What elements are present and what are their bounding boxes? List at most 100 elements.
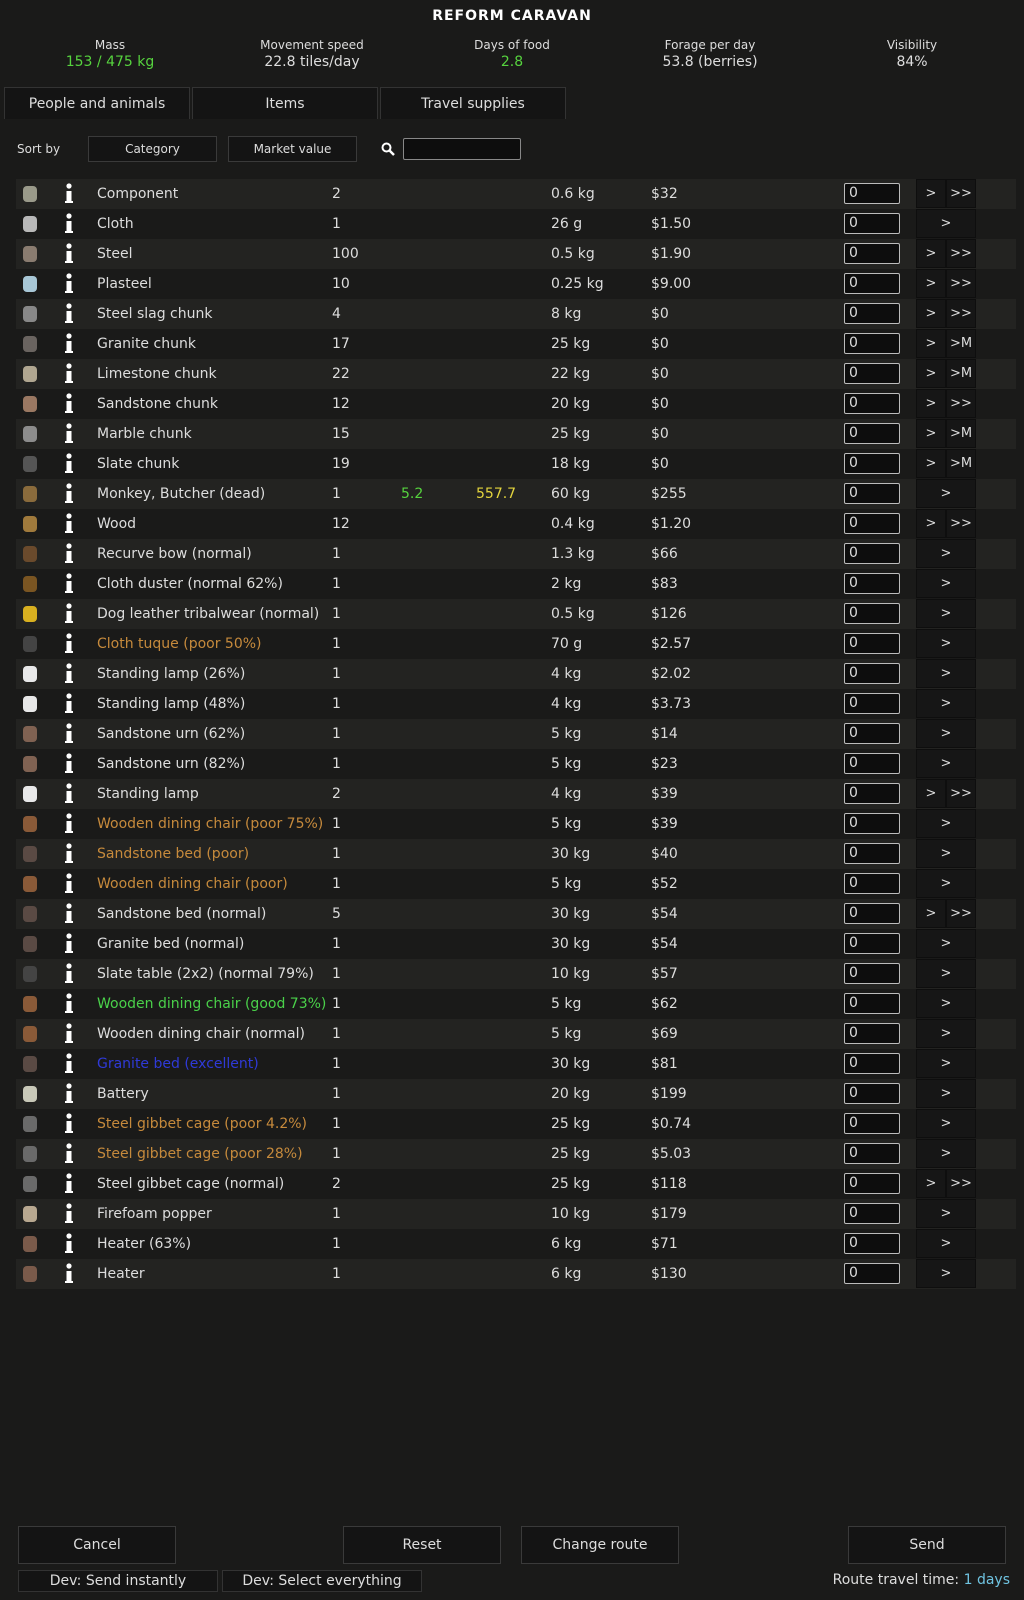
table-row[interactable]: Sandstone bed (poor) 1 30 kg $40 0 > bbox=[16, 839, 1016, 869]
tab-people-and-animals[interactable]: People and animals bbox=[4, 87, 190, 119]
table-row[interactable]: Wooden dining chair (good 73%) 1 5 kg $6… bbox=[16, 989, 1016, 1019]
transfer-one-button[interactable]: > bbox=[916, 689, 976, 718]
table-row[interactable]: Recurve bow (normal) 1 1.3 kg $66 0 > bbox=[16, 539, 1016, 569]
transfer-max-button[interactable]: >> bbox=[946, 779, 976, 808]
table-row[interactable]: Granite bed (excellent) 1 30 kg $81 0 > bbox=[16, 1049, 1016, 1079]
quantity-input[interactable]: 0 bbox=[844, 933, 900, 954]
table-row[interactable]: Monkey, Butcher (dead) 1 5.2 557.7 60 kg… bbox=[16, 479, 1016, 509]
info-icon[interactable] bbox=[63, 1112, 75, 1136]
info-icon[interactable] bbox=[63, 572, 75, 596]
transfer-one-button[interactable]: > bbox=[916, 1199, 976, 1228]
table-row[interactable]: Sandstone chunk 12 20 kg $0 0 > >> bbox=[16, 389, 1016, 419]
transfer-one-button[interactable]: > bbox=[916, 479, 976, 508]
quantity-input[interactable]: 0 bbox=[844, 633, 900, 654]
table-row[interactable]: Granite bed (normal) 1 30 kg $54 0 > bbox=[16, 929, 1016, 959]
transfer-max-button[interactable]: >M bbox=[946, 329, 976, 358]
quantity-input[interactable]: 0 bbox=[844, 903, 900, 924]
info-icon[interactable] bbox=[63, 1052, 75, 1076]
info-icon[interactable] bbox=[63, 1022, 75, 1046]
table-row[interactable]: Sandstone bed (normal) 5 30 kg $54 0 > >> bbox=[16, 899, 1016, 929]
sort-market-value-button[interactable]: Market value bbox=[228, 136, 357, 162]
transfer-one-button[interactable]: > bbox=[916, 1049, 976, 1078]
quantity-input[interactable]: 0 bbox=[844, 303, 900, 324]
change-route-button[interactable]: Change route bbox=[521, 1526, 679, 1564]
transfer-one-button[interactable]: > bbox=[916, 389, 946, 418]
transfer-max-button[interactable]: >M bbox=[946, 449, 976, 478]
info-icon[interactable] bbox=[63, 362, 75, 386]
transfer-one-button[interactable]: > bbox=[916, 749, 976, 778]
transfer-max-button[interactable]: >M bbox=[946, 419, 976, 448]
transfer-one-button[interactable]: > bbox=[916, 899, 946, 928]
table-row[interactable]: Sandstone urn (62%) 1 5 kg $14 0 > bbox=[16, 719, 1016, 749]
info-icon[interactable] bbox=[63, 1082, 75, 1106]
info-icon[interactable] bbox=[63, 452, 75, 476]
info-icon[interactable] bbox=[63, 962, 75, 986]
table-row[interactable]: Cloth tuque (poor 50%) 1 70 g $2.57 0 > bbox=[16, 629, 1016, 659]
info-icon[interactable] bbox=[63, 332, 75, 356]
quantity-input[interactable]: 0 bbox=[844, 753, 900, 774]
transfer-one-button[interactable]: > bbox=[916, 539, 976, 568]
table-row[interactable]: Steel slag chunk 4 8 kg $0 0 > >> bbox=[16, 299, 1016, 329]
info-icon[interactable] bbox=[63, 512, 75, 536]
info-icon[interactable] bbox=[63, 782, 75, 806]
table-row[interactable]: Firefoam popper 1 10 kg $179 0 > bbox=[16, 1199, 1016, 1229]
transfer-one-button[interactable]: > bbox=[916, 1259, 976, 1288]
table-row[interactable]: Slate table (2x2) (normal 79%) 1 10 kg $… bbox=[16, 959, 1016, 989]
transfer-max-button[interactable]: >M bbox=[946, 359, 976, 388]
quantity-input[interactable]: 0 bbox=[844, 963, 900, 984]
table-row[interactable]: Cloth 1 26 g $1.50 0 > bbox=[16, 209, 1016, 239]
quantity-input[interactable]: 0 bbox=[844, 453, 900, 474]
table-row[interactable]: Steel gibbet cage (poor 4.2%) 1 25 kg $0… bbox=[16, 1109, 1016, 1139]
table-row[interactable]: Wooden dining chair (poor) 1 5 kg $52 0 … bbox=[16, 869, 1016, 899]
transfer-one-button[interactable]: > bbox=[916, 1109, 976, 1138]
quantity-input[interactable]: 0 bbox=[844, 363, 900, 384]
quantity-input[interactable]: 0 bbox=[844, 663, 900, 684]
table-row[interactable]: Slate chunk 19 18 kg $0 0 > >M bbox=[16, 449, 1016, 479]
info-icon[interactable] bbox=[63, 542, 75, 566]
info-icon[interactable] bbox=[63, 1172, 75, 1196]
info-icon[interactable] bbox=[63, 812, 75, 836]
quantity-input[interactable]: 0 bbox=[844, 1203, 900, 1224]
table-row[interactable]: Standing lamp (48%) 1 4 kg $3.73 0 > bbox=[16, 689, 1016, 719]
sort-category-button[interactable]: Category bbox=[88, 136, 217, 162]
table-row[interactable]: Cloth duster (normal 62%) 1 2 kg $83 0 > bbox=[16, 569, 1016, 599]
tab-items[interactable]: Items bbox=[192, 87, 378, 119]
transfer-one-button[interactable]: > bbox=[916, 269, 946, 298]
transfer-one-button[interactable]: > bbox=[916, 1139, 976, 1168]
table-row[interactable]: Wooden dining chair (poor 75%) 1 5 kg $3… bbox=[16, 809, 1016, 839]
quantity-input[interactable]: 0 bbox=[844, 1173, 900, 1194]
transfer-one-button[interactable]: > bbox=[916, 959, 976, 988]
info-icon[interactable] bbox=[63, 872, 75, 896]
info-icon[interactable] bbox=[63, 422, 75, 446]
table-row[interactable]: Wooden dining chair (normal) 1 5 kg $69 … bbox=[16, 1019, 1016, 1049]
search-input[interactable] bbox=[403, 138, 521, 160]
transfer-one-button[interactable]: > bbox=[916, 719, 976, 748]
quantity-input[interactable]: 0 bbox=[844, 1053, 900, 1074]
quantity-input[interactable]: 0 bbox=[844, 213, 900, 234]
table-row[interactable]: Sandstone urn (82%) 1 5 kg $23 0 > bbox=[16, 749, 1016, 779]
transfer-one-button[interactable]: > bbox=[916, 329, 946, 358]
quantity-input[interactable]: 0 bbox=[844, 993, 900, 1014]
transfer-max-button[interactable]: >> bbox=[946, 389, 976, 418]
table-row[interactable]: Heater (63%) 1 6 kg $71 0 > bbox=[16, 1229, 1016, 1259]
info-icon[interactable] bbox=[63, 1262, 75, 1286]
quantity-input[interactable]: 0 bbox=[844, 723, 900, 744]
quantity-input[interactable]: 0 bbox=[844, 783, 900, 804]
cancel-button[interactable]: Cancel bbox=[18, 1526, 176, 1564]
transfer-max-button[interactable]: >> bbox=[946, 239, 976, 268]
dev-select-everything-button[interactable]: Dev: Select everything bbox=[222, 1570, 422, 1592]
quantity-input[interactable]: 0 bbox=[844, 183, 900, 204]
quantity-input[interactable]: 0 bbox=[844, 393, 900, 414]
quantity-input[interactable]: 0 bbox=[844, 1023, 900, 1044]
info-icon[interactable] bbox=[63, 1142, 75, 1166]
info-icon[interactable] bbox=[63, 1202, 75, 1226]
table-row[interactable]: Limestone chunk 22 22 kg $0 0 > >M bbox=[16, 359, 1016, 389]
quantity-input[interactable]: 0 bbox=[844, 1263, 900, 1284]
transfer-one-button[interactable]: > bbox=[916, 659, 976, 688]
info-icon[interactable] bbox=[63, 722, 75, 746]
transfer-one-button[interactable]: > bbox=[916, 809, 976, 838]
table-row[interactable]: Standing lamp (26%) 1 4 kg $2.02 0 > bbox=[16, 659, 1016, 689]
quantity-input[interactable]: 0 bbox=[844, 243, 900, 264]
transfer-max-button[interactable]: >> bbox=[946, 299, 976, 328]
quantity-input[interactable]: 0 bbox=[844, 603, 900, 624]
